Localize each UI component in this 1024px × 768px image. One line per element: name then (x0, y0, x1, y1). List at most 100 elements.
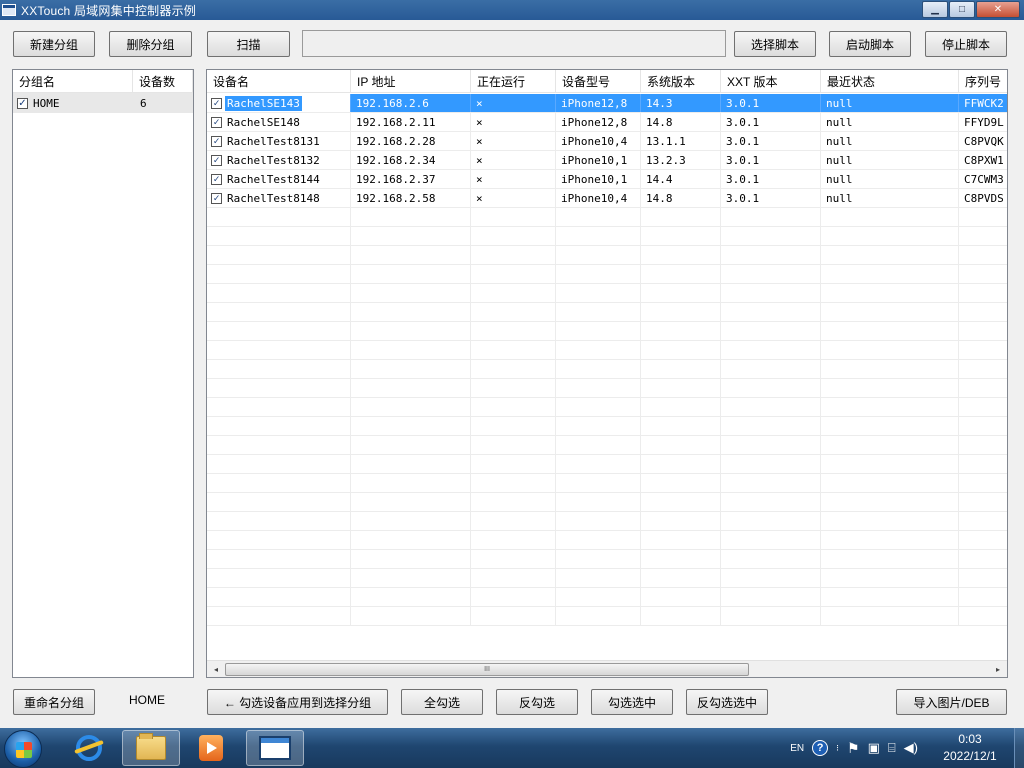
table-row[interactable]: ✓ RachelTest8148 192.168.2.58 × iPhone10,… (207, 189, 1007, 208)
device-icon[interactable]: ▣ (868, 740, 880, 756)
stop-script-button[interactable]: 停止脚本 (925, 31, 1007, 57)
folder-icon (136, 733, 166, 760)
start-script-button[interactable]: 启动脚本 (829, 31, 911, 57)
table-row[interactable]: ✓ RachelSE148 192.168.2.11 × iPhone12,8 1… (207, 113, 1007, 132)
start-button[interactable] (4, 730, 42, 768)
delete-group-button[interactable]: 删除分组 (109, 31, 192, 57)
column-header-group-name[interactable]: 分组名 (13, 70, 133, 92)
scroll-right-icon[interactable]: ▸ (991, 663, 1005, 675)
device-checkbox-icon[interactable]: ✓ (211, 173, 222, 185)
table-row[interactable]: ✓ RachelTest8131 192.168.2.28 × iPhone10,… (207, 132, 1007, 151)
column-header-running[interactable]: 正在运行 (471, 70, 556, 93)
empty-row (207, 550, 1007, 569)
language-indicator[interactable]: EN (790, 743, 804, 754)
device-xxt-version: 3.0.1 (721, 113, 821, 131)
group-list[interactable]: 分组名 设备数 ✓ HOME 6 (12, 69, 194, 678)
scrollbar-thumb[interactable]: III (225, 663, 749, 676)
device-ip: 192.168.2.34 (351, 151, 471, 169)
group-device-count: 6 (140, 96, 147, 110)
scroll-left-icon[interactable]: ◂ (209, 663, 223, 675)
device-status: null (821, 170, 959, 188)
device-running: × (471, 113, 556, 131)
device-os-version: 14.8 (641, 189, 721, 207)
maximize-button[interactable]: □ (949, 1, 975, 18)
device-checkbox-icon[interactable]: ✓ (211, 97, 222, 109)
empty-row (207, 246, 1007, 265)
device-name: RachelTest8132 (227, 153, 320, 167)
new-group-button[interactable]: 新建分组 (13, 31, 95, 57)
column-header-status[interactable]: 最近状态 (821, 70, 959, 93)
column-header-ip[interactable]: IP 地址 (351, 70, 471, 93)
group-checkbox-icon[interactable]: ✓ (17, 97, 28, 109)
window-title: XXTouch 局域网集中控制器示例 (21, 3, 196, 18)
column-header-xxt-version[interactable]: XXT 版本 (721, 70, 821, 93)
empty-row (207, 493, 1007, 512)
device-checkbox-icon[interactable]: ✓ (211, 154, 222, 166)
clock[interactable]: 0:03 2022/12/1 (926, 731, 1014, 765)
table-row[interactable]: ✓ RachelTest8132 192.168.2.34 × iPhone10,… (207, 151, 1007, 170)
device-xxt-version: 3.0.1 (721, 94, 821, 112)
device-table-header: 设备名 IP 地址 正在运行 设备型号 系统版本 XXT 版本 最近状态 序列号 (207, 70, 1007, 93)
horizontal-scrollbar[interactable]: ◂ III ▸ (207, 660, 1007, 677)
column-header-model[interactable]: 设备型号 (556, 70, 641, 93)
device-rows: ✓ RachelSE143 192.168.2.6 × iPhone12,8 14… (207, 94, 1007, 626)
empty-row (207, 531, 1007, 550)
invert-check-button[interactable]: 反勾选 (496, 689, 578, 715)
help-icon[interactable]: ? (812, 740, 829, 756)
taskbar-app-window[interactable] (246, 730, 304, 766)
show-desktop-button[interactable] (1014, 728, 1024, 768)
column-header-serial[interactable]: 序列号 (959, 70, 1007, 93)
internet-explorer-icon (76, 735, 102, 761)
close-button[interactable]: ✕ (976, 1, 1020, 18)
device-name: RachelTest8144 (227, 172, 320, 186)
device-os-version: 14.8 (641, 113, 721, 131)
system-tray: EN ? ⁝ ⚑ ▣ ⌸ ◀) 0:03 2022/12/1 (790, 728, 1024, 768)
device-status: null (821, 113, 959, 131)
device-serial: C7CWM3 (959, 170, 1007, 188)
device-running: × (471, 170, 556, 188)
invert-check-selected-button[interactable]: 反勾选选中 (686, 689, 768, 715)
device-checkbox-icon[interactable]: ✓ (211, 192, 222, 204)
apply-to-group-button[interactable]: ← 勾选设备应用到选择分组 (207, 689, 388, 715)
empty-row (207, 569, 1007, 588)
import-button[interactable]: 导入图片/DEB (896, 689, 1007, 715)
device-status: null (821, 94, 959, 112)
script-path-field[interactable] (302, 30, 726, 57)
device-status: null (821, 132, 959, 150)
flag-icon[interactable]: ⚑ (847, 740, 860, 757)
taskbar-explorer[interactable] (122, 730, 180, 766)
check-selected-button[interactable]: 勾选选中 (591, 689, 673, 715)
device-name: RachelSE148 (227, 115, 300, 129)
empty-row (207, 512, 1007, 531)
select-script-button[interactable]: 选择脚本 (734, 31, 816, 57)
network-icon[interactable]: ⌸ (888, 740, 896, 756)
app-icon (2, 4, 16, 16)
empty-row (207, 474, 1007, 493)
volume-icon[interactable]: ◀) (904, 740, 918, 756)
device-table[interactable]: 设备名 IP 地址 正在运行 设备型号 系统版本 XXT 版本 最近状态 序列号… (206, 69, 1008, 678)
taskbar-ie[interactable] (60, 730, 118, 766)
scan-button[interactable]: 扫描 (207, 31, 290, 57)
minimize-button[interactable]: ▁ (922, 1, 948, 18)
device-serial: FFWCK2 (959, 94, 1007, 112)
device-model: iPhone12,8 (556, 94, 641, 112)
table-row[interactable]: ✓ RachelSE143 192.168.2.6 × iPhone12,8 14… (207, 94, 1007, 113)
empty-row (207, 379, 1007, 398)
taskbar-media-player[interactable] (182, 730, 240, 766)
device-os-version: 13.1.1 (641, 132, 721, 150)
taskbar: EN ? ⁝ ⚑ ▣ ⌸ ◀) 0:03 2022/12/1 (0, 728, 1024, 768)
device-name: RachelTest8131 (227, 134, 320, 148)
clock-date: 2022/12/1 (943, 749, 997, 763)
rename-group-button[interactable]: 重命名分组 (13, 689, 95, 715)
device-checkbox-icon[interactable]: ✓ (211, 116, 222, 128)
device-ip: 192.168.2.58 (351, 189, 471, 207)
table-row[interactable]: ✓ RachelTest8144 192.168.2.37 × iPhone10,… (207, 170, 1007, 189)
column-header-os-version[interactable]: 系统版本 (641, 70, 721, 93)
empty-row (207, 227, 1007, 246)
column-header-device-name[interactable]: 设备名 (207, 70, 351, 93)
device-checkbox-icon[interactable]: ✓ (211, 135, 222, 147)
tray-options-icon[interactable]: ⁝ (836, 743, 839, 754)
column-header-device-count[interactable]: 设备数 (133, 70, 193, 92)
group-row-home[interactable]: ✓ HOME 6 (13, 93, 193, 113)
check-all-button[interactable]: 全勾选 (401, 689, 483, 715)
